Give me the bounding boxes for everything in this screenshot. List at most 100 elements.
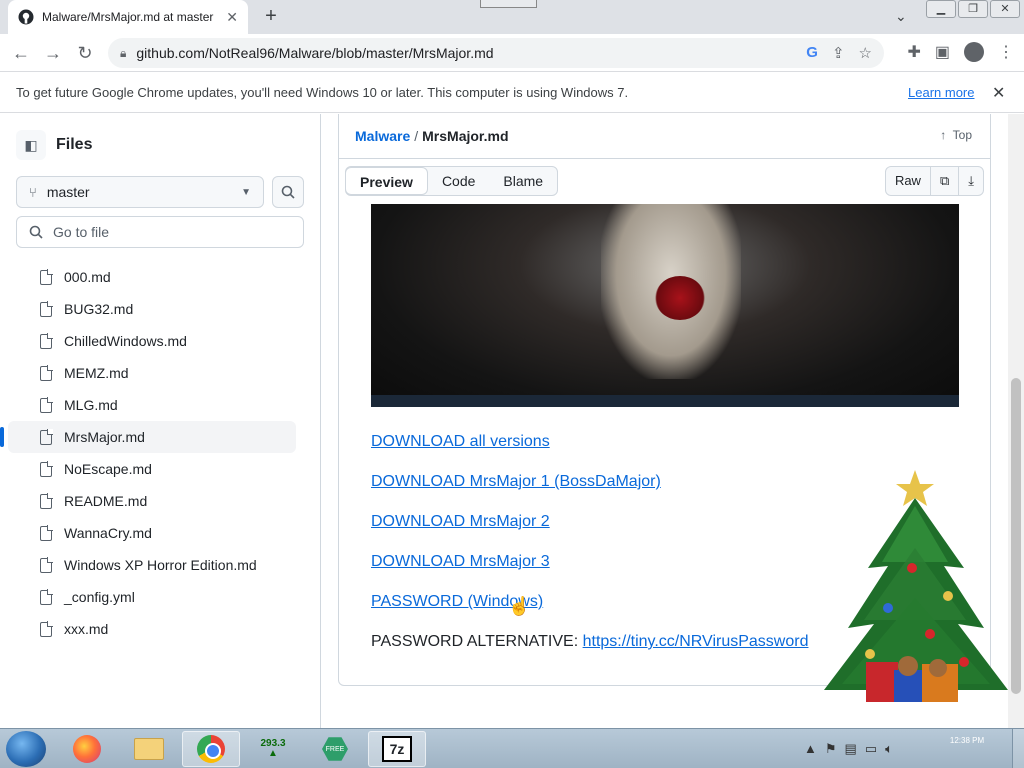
volume-icon[interactable]: 🔈︎ xyxy=(885,741,893,757)
files-title: Files xyxy=(56,136,93,153)
side-panel-icon[interactable]: ▣ xyxy=(935,42,950,62)
taskbar-clock[interactable]: 12:38 PM xyxy=(932,735,1002,747)
file-name: README.md xyxy=(64,493,148,509)
share-icon[interactable]: ⇪ xyxy=(832,44,845,62)
forward-arrow-icon[interactable]: → xyxy=(42,42,64,64)
files-header: ◧ Files xyxy=(16,130,92,160)
collapse-panel-icon[interactable]: ◧ xyxy=(16,130,46,160)
tree-app-icon: 293.3 ▲ xyxy=(260,738,286,759)
url-text: github.com/NotReal96/Malware/blob/master… xyxy=(136,45,494,61)
taskbar-tree-app[interactable]: 293.3 ▲ xyxy=(244,731,302,767)
chrome-icon xyxy=(197,735,225,763)
file-item-000-md[interactable]: 000.md xyxy=(0,261,321,293)
omnibox-actions: G ⇪ ☆ xyxy=(806,44,872,62)
extensions-icon[interactable]: ✚ xyxy=(907,42,920,62)
download-all-link[interactable]: DOWNLOAD all versions xyxy=(371,433,550,451)
tab-search-icon[interactable]: ⌄ xyxy=(895,8,907,25)
screenshot-image xyxy=(371,204,959,407)
infobar-close-icon[interactable]: ✕ xyxy=(992,83,1005,103)
hexagon-app-icon: FREE xyxy=(322,737,348,761)
file-item-mlg-md[interactable]: MLG.md xyxy=(0,389,321,421)
taskbar-explorer[interactable] xyxy=(120,731,178,767)
folder-icon xyxy=(134,738,164,760)
password-alternative-line: PASSWORD ALTERNATIVE: https://tiny.cc/NR… xyxy=(371,633,808,651)
file-icon xyxy=(40,300,53,317)
taskbar-7zip[interactable]: 7z xyxy=(368,731,426,767)
breadcrumb-repo-link[interactable]: Malware xyxy=(355,128,410,144)
menu-kebab-icon[interactable]: ⋮ xyxy=(998,42,1014,62)
taskbar-chrome[interactable] xyxy=(182,731,240,767)
firefox-icon xyxy=(73,735,101,763)
download-mrsmajor1-link[interactable]: DOWNLOAD MrsMajor 1 (BossDaMajor) xyxy=(371,473,661,491)
file-icon xyxy=(40,428,53,445)
copy-icon[interactable]: ⧉ xyxy=(929,167,958,195)
tray-expand-icon[interactable]: ▲ xyxy=(804,741,817,757)
file-item-noescape-md[interactable]: NoEscape.md xyxy=(0,453,321,485)
hand-cursor-icon: ☝ xyxy=(508,596,531,616)
tab-title: Malware/MrsMajor.md at master xyxy=(42,10,214,24)
file-item-chilledwindows-md[interactable]: ChilledWindows.md xyxy=(0,325,321,357)
show-desktop-button[interactable] xyxy=(1012,729,1024,768)
new-tab-button[interactable]: + xyxy=(260,5,282,27)
file-item-readme-md[interactable]: README.md xyxy=(0,485,321,517)
start-button[interactable] xyxy=(6,731,46,767)
file-header: Malware / MrsMajor.md ↑ Top Preview Code B… xyxy=(338,114,991,204)
download-icon[interactable]: ⤓ xyxy=(958,167,983,195)
file-name: NoEscape.md xyxy=(64,461,152,477)
file-item-mrsmajor-md[interactable]: MrsMajor.md xyxy=(0,421,296,453)
search-icon xyxy=(281,185,295,199)
action-center-icon[interactable]: ⚑ xyxy=(825,741,837,757)
download-mrsmajor2-link[interactable]: DOWNLOAD MrsMajor 2 xyxy=(371,513,550,531)
breadcrumb-file: MrsMajor.md xyxy=(422,128,509,144)
file-name: xxx.md xyxy=(64,621,109,637)
google-icon[interactable]: G xyxy=(806,44,818,62)
caret-down-icon: ▼ xyxy=(241,186,251,198)
download-mrsmajor3-link[interactable]: DOWNLOAD MrsMajor 3 xyxy=(371,553,550,571)
file-actions: Raw ⧉ ⤓ xyxy=(884,166,984,196)
file-item-xxx-md[interactable]: xxx.md xyxy=(0,613,321,645)
go-to-file-input[interactable]: Go to file xyxy=(16,216,304,248)
branch-selector[interactable]: ⑂ master ▼ xyxy=(16,176,264,208)
restore-button[interactable]: ❐ xyxy=(958,0,988,18)
bookmark-star-icon[interactable]: ☆ xyxy=(859,44,872,62)
header-divider xyxy=(339,158,990,159)
file-name: MrsMajor.md xyxy=(64,429,145,445)
minimize-button[interactable]: ▁ xyxy=(926,0,956,18)
browser-tab[interactable]: Malware/MrsMajor.md at master ✕ xyxy=(8,0,248,34)
file-item-wannacry-md[interactable]: WannaCry.md xyxy=(0,517,321,549)
file-name: WannaCry.md xyxy=(64,525,152,541)
file-item-windows-xp-horror-edition-md[interactable]: Windows XP Horror Edition.md xyxy=(0,549,321,581)
git-branch-icon: ⑂ xyxy=(29,184,37,200)
file-icon xyxy=(40,588,53,605)
address-bar[interactable]: 🔒︎ github.com/NotReal96/Malware/blob/mas… xyxy=(108,38,884,68)
file-item-bug32-md[interactable]: BUG32.md xyxy=(0,293,321,325)
password-alternative-link[interactable]: https://tiny.cc/NRVirusPassword xyxy=(583,633,809,650)
close-window-button[interactable]: ✕ xyxy=(990,0,1020,18)
raw-button[interactable]: Raw xyxy=(886,167,930,195)
tab-code[interactable]: Code xyxy=(428,167,489,195)
file-name: ChilledWindows.md xyxy=(64,333,187,349)
github-icon xyxy=(18,9,34,25)
tab-close-icon[interactable]: ✕ xyxy=(226,9,238,26)
tab-strip: Malware/MrsMajor.md at master ✕ + ⌄ ▁ ❐ … xyxy=(0,0,1024,34)
tab-blame[interactable]: Blame xyxy=(489,167,557,195)
back-arrow-icon[interactable]: ← xyxy=(10,42,32,64)
learn-more-link[interactable]: Learn more xyxy=(908,85,974,100)
file-item-memz-md[interactable]: MEMZ.md xyxy=(0,357,321,389)
search-files-button[interactable] xyxy=(272,176,304,208)
browser-toolbar: ← → ↻ 🔒︎ github.com/NotReal96/Malware/bl… xyxy=(0,34,1024,72)
network-icon[interactable]: ▤ xyxy=(845,741,857,757)
file-icon xyxy=(40,524,53,541)
breadcrumb: Malware / MrsMajor.md xyxy=(355,128,509,144)
tab-preview[interactable]: Preview xyxy=(345,167,428,195)
reload-icon[interactable]: ↻ xyxy=(74,42,96,64)
file-item--config-yml[interactable]: _config.yml xyxy=(0,581,321,613)
top-button[interactable]: ↑ Top xyxy=(940,128,972,142)
taskbar-firefox[interactable] xyxy=(58,731,116,767)
christmas-tree-overlay xyxy=(808,458,1014,712)
profile-avatar-icon[interactable] xyxy=(964,42,984,62)
taskbar-free-app[interactable]: FREE xyxy=(306,731,364,767)
display-icon[interactable]: ▭ xyxy=(865,741,877,757)
toolbar-right: ✚ ▣ ⋮ xyxy=(907,42,1014,62)
window-controls: ▁ ❐ ✕ xyxy=(924,0,1020,18)
